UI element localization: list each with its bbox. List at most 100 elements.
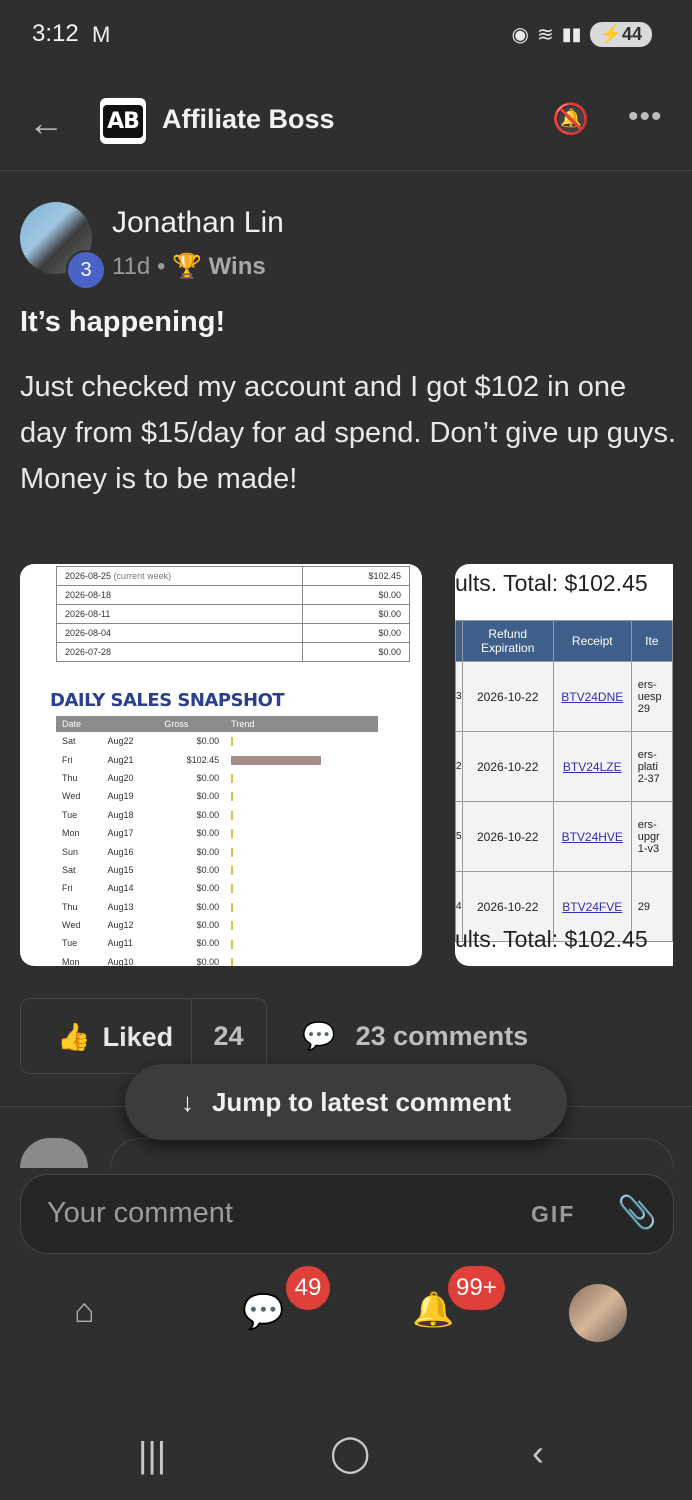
daily-row: Thu Aug20 $0.00 (56, 769, 378, 787)
receipt-link[interactable]: BTV24DNE (561, 690, 623, 704)
profile-avatar[interactable] (569, 1284, 627, 1342)
notifications-badge: 99+ (448, 1266, 505, 1310)
attachment-icon[interactable]: 📎 (617, 1193, 657, 1231)
group-title[interactable]: Affiliate Boss (162, 104, 335, 135)
weekly-amount: $0.00 (302, 623, 410, 643)
receipt-row: 3 2026-10-22 BTV24DNE ers- uesp 29 (455, 661, 673, 732)
col-gross: Gross (158, 716, 226, 732)
daily-row: Mon Aug10 $0.00 (56, 953, 378, 966)
daily-row: Fri Aug21 $102.45 (56, 750, 378, 768)
daily-date: Aug18 (107, 809, 134, 820)
group-header: ← AB Affiliate Boss 🔕 ••• (0, 80, 692, 171)
receipt-id[interactable]: BTV24LZE (552, 731, 632, 802)
commenter-avatar[interactable] (20, 1138, 88, 1168)
daily-row: Tue Aug11 $0.00 (56, 934, 378, 952)
receipt-id[interactable]: BTV24DNE (552, 661, 632, 732)
home-icon[interactable]: ⌂ (74, 1292, 95, 1331)
weekly-date: 2026-08-11 (56, 604, 303, 624)
col-date: Date (56, 716, 159, 732)
notifications-icon[interactable]: 🔔 (412, 1290, 454, 1330)
daily-gross: $0.00 (196, 883, 220, 894)
post-category[interactable]: Wins (209, 253, 266, 280)
like-count-button[interactable]: 24 (191, 998, 267, 1074)
weekly-date: 2026-08-25 (current week) (56, 566, 303, 586)
weekly-amount: $0.00 (302, 604, 410, 624)
trend-bar (231, 902, 234, 912)
trend-bar (231, 847, 234, 857)
weekly-table: 2026-08-25 (current week) $102.45 2026-08-… (56, 566, 410, 662)
recent-apps-icon[interactable]: ||| (138, 1434, 166, 1476)
daily-trend (225, 806, 378, 824)
mail-icon: M (92, 22, 111, 47)
trend-bar (231, 829, 234, 839)
receipt-expiration: 2026-10-22 (461, 731, 554, 802)
daily-gross: $0.00 (196, 956, 220, 966)
daily-gross: $0.00 (196, 828, 220, 839)
group-logo[interactable]: AB (100, 98, 146, 144)
daily-day: Wed (62, 791, 81, 802)
post-meta: 11d • 🏆 Wins (112, 252, 266, 281)
back-button-icon[interactable]: ‹ (532, 1432, 544, 1474)
daily-row: Fri Aug14 $0.00 (56, 879, 378, 897)
daily-gross: $102.45 (186, 754, 220, 765)
daily-gross: $0.00 (196, 864, 220, 875)
col-item: Ite (630, 620, 673, 662)
post-image-sales-snapshot[interactable]: 2026-08-25 (current week) $102.45 2026-08-… (20, 564, 422, 966)
receipt-row: 2 2026-10-22 BTV24LZE ers- plati 2-37 (455, 731, 673, 802)
weekly-amount: $0.00 (302, 585, 410, 605)
level-badge: 3 (66, 250, 106, 290)
daily-table: Date Gross Trend Sat Aug22 $0.00 Fri Aug21 $1… (56, 716, 378, 966)
receipt-item: ers- plati 2-37 (630, 731, 673, 802)
trend-bar (231, 755, 322, 765)
weekly-amount: $102.45 (302, 566, 410, 586)
daily-day: Tue (62, 809, 78, 820)
daily-row: Wed Aug19 $0.00 (56, 787, 378, 805)
daily-row: Sat Aug22 $0.00 (56, 732, 378, 750)
weekly-row: 2026-08-04 $0.00 (56, 623, 410, 643)
receipts-total-footer: ults. Total: $102.45 (455, 926, 648, 952)
snapshot-title: DAILY SALES SNAPSHOT (50, 690, 285, 711)
weekly-date: 2026-07-28 (56, 642, 303, 662)
daily-day: Tue (62, 938, 78, 949)
daily-day: Wed (62, 920, 81, 931)
daily-trend (225, 934, 378, 952)
comment-input[interactable]: Your comment (47, 1197, 233, 1230)
weekly-date: 2026-08-04 (56, 623, 303, 643)
col-receipt: Receipt (552, 620, 632, 662)
daily-row: Mon Aug17 $0.00 (56, 824, 378, 842)
like-button[interactable]: 👍 Liked (20, 998, 192, 1074)
jump-to-latest-button[interactable]: ↓ Jump to latest comment (125, 1064, 567, 1140)
post-image-receipts[interactable]: ults. Total: $102.45 Refund Expiration R… (455, 564, 673, 966)
daily-day: Thu (62, 772, 78, 783)
daily-date: Aug15 (107, 864, 134, 875)
trophy-icon: 🏆 (172, 253, 202, 280)
daily-row: Wed Aug12 $0.00 (56, 916, 378, 934)
receipts-table: Refund Expiration Receipt Ite 3 2026-10-2… (455, 620, 673, 942)
bell-off-icon[interactable]: 🔕 (552, 102, 589, 137)
post-age: 11d (112, 253, 151, 280)
daily-day: Fri (62, 754, 73, 765)
receipt-link[interactable]: BTV24HVE (562, 830, 623, 844)
arrow-down-icon: ↓ (180, 1086, 194, 1117)
gif-button[interactable]: GIF (531, 1201, 575, 1228)
comment-composer[interactable]: Your comment GIF 📎 (20, 1174, 674, 1254)
receipt-link[interactable]: BTV24FVE (562, 900, 622, 914)
daily-gross: $0.00 (196, 736, 220, 747)
author-name[interactable]: Jonathan Lin (112, 206, 284, 240)
col-refund: Refund Expiration (461, 620, 554, 662)
receipt-item: ers- upgr 1-v3 (630, 801, 673, 872)
comments-button[interactable]: 💬 23 comments (302, 1020, 528, 1052)
daily-row: Sun Aug16 $0.00 (56, 842, 378, 860)
home-button-icon[interactable]: ◯ (330, 1432, 370, 1474)
comments-label: 23 comments (355, 1020, 529, 1051)
more-options-icon[interactable]: ••• (628, 100, 663, 134)
back-arrow-icon[interactable]: ← (28, 102, 64, 144)
receipt-link[interactable]: BTV24LZE (563, 760, 622, 774)
daily-date: Aug20 (107, 772, 134, 783)
chat-icon[interactable]: 💬 (242, 1292, 284, 1332)
receipts-total-header: ults. Total: $102.45 (455, 570, 648, 596)
receipt-id[interactable]: BTV24HVE (552, 801, 632, 872)
like-count: 24 (213, 1021, 244, 1051)
daily-date: Aug13 (107, 901, 134, 912)
daily-day: Sun (62, 846, 79, 857)
